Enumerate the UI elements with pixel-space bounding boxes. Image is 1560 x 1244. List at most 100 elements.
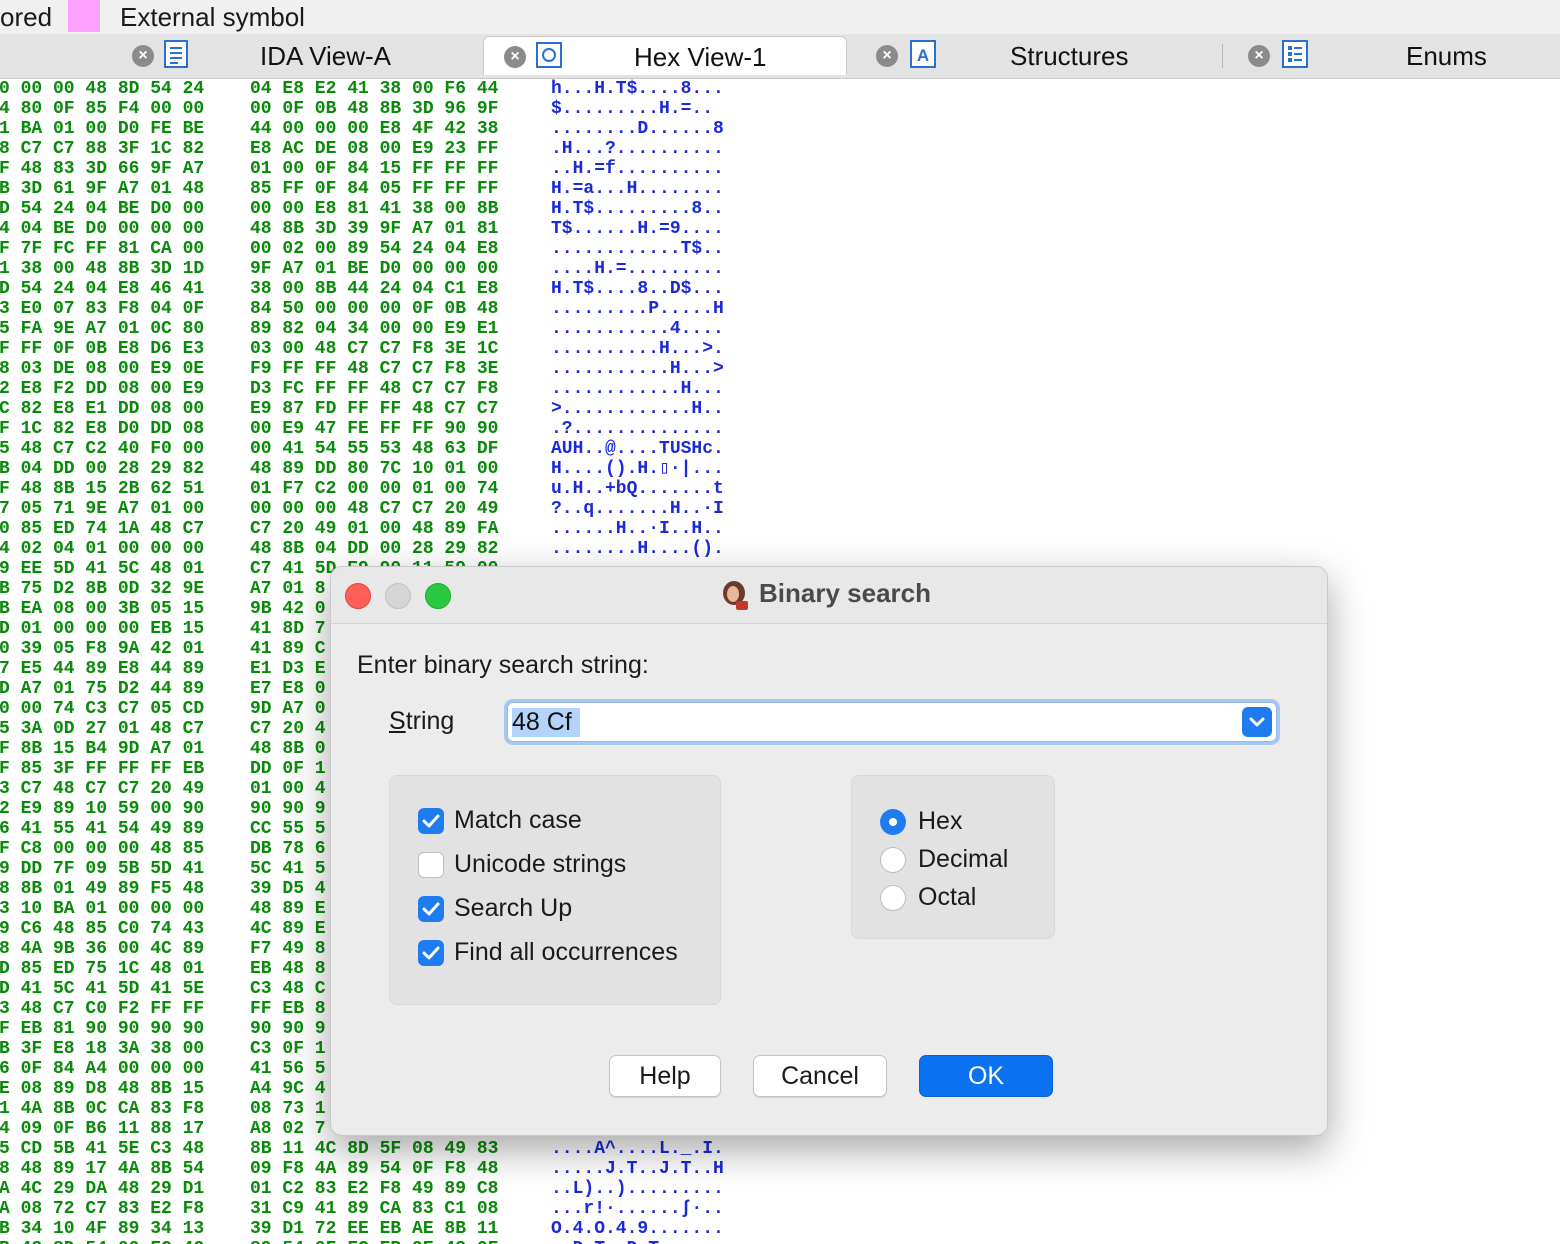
hex-bytes-left: 6 41 55 41 54 49 89 <box>0 819 205 839</box>
hex-ascii: >............H.. <box>551 399 724 419</box>
hex-row[interactable]: F FF 0F 0B E8 D6 E3 03 00 48 C7 C7 F8 3E … <box>0 339 759 359</box>
hex-row[interactable]: 2 E8 F2 DD 08 00 E9 D3 FC FF FF 48 C7 C7 … <box>0 379 759 399</box>
window-close-button[interactable] <box>345 583 371 609</box>
hex-ascii: .H...?.......... <box>551 139 724 159</box>
dialog-title: Binary search <box>759 578 931 608</box>
hex-ascii: T$......H.=9.... <box>551 219 724 239</box>
hex-row[interactable]: B 3D 61 9F A7 01 48 85 FF 0F 84 05 FF FF … <box>0 179 759 199</box>
hex-radio[interactable] <box>880 809 906 835</box>
hex-row[interactable]: 4 02 04 01 00 00 00 48 8B 04 DD 00 28 29 … <box>0 539 759 559</box>
combo-dropdown-button[interactable] <box>1242 707 1272 737</box>
hex-ascii: H.=a...H........ <box>551 179 724 199</box>
tab-structures[interactable]: × A Structures <box>850 36 1220 74</box>
hex-bytes-left: 0 39 05 F8 9A 42 01 <box>0 639 205 659</box>
enums-icon <box>1282 40 1308 68</box>
hex-row[interactable]: B 34 10 4F 89 34 13 39 D1 72 EE EB AE 8B … <box>0 1219 759 1239</box>
help-button[interactable]: Help <box>609 1055 721 1097</box>
hex-row[interactable]: D 54 24 04 BE D0 00 00 00 E8 81 41 38 00 … <box>0 199 759 219</box>
hex-bytes-left: 7 05 71 9E A7 01 00 <box>0 499 205 519</box>
hex-bytes-right: 00 0F 0B 48 8B 3D 96 9F <box>250 99 499 119</box>
checkmark-icon <box>422 902 440 916</box>
hex-bytes-right: C3 48 C <box>250 979 326 999</box>
hex-row[interactable]: 0 85 ED 74 1A 48 C7 C7 20 49 01 00 48 89 … <box>0 519 759 539</box>
hex-row[interactable]: 0 00 00 48 8D 54 24 04 E8 E2 41 38 00 F6 … <box>0 79 759 99</box>
search-string-input[interactable] <box>512 706 1232 738</box>
hex-bytes-right: 00 E9 47 FE FF FF 90 90 <box>250 419 499 439</box>
search-string-combobox[interactable] <box>507 702 1277 742</box>
hex-row[interactable]: 5 CD 5B 41 5E C3 48 8B 11 4C 8D 5F 08 49 … <box>0 1139 759 1159</box>
unicode-strings-label: Unicode strings <box>454 850 627 878</box>
octal-radio[interactable] <box>880 885 906 911</box>
radix-group: Hex Decimal Octal <box>851 775 1055 939</box>
window-minimize-button[interactable] <box>385 583 411 609</box>
decimal-radio[interactable] <box>880 847 906 873</box>
window-zoom-button[interactable] <box>425 583 451 609</box>
hex-row[interactable]: 8 03 DE 08 00 E9 0E F9 FF FF 48 C7 C7 F8 … <box>0 359 759 379</box>
hex-row[interactable]: 4 80 0F 85 F4 00 00 00 0F 0B 48 8B 3D 96 … <box>0 99 759 119</box>
hex-bytes-left: 3 48 C7 C0 F2 FF FF <box>0 999 205 1019</box>
hex-bytes-left: 6 0F 84 A4 00 00 00 <box>0 1059 205 1079</box>
hex-bytes-left: 3 10 BA 01 00 00 00 <box>0 899 205 919</box>
hex-bytes-left: D 54 24 04 E8 46 41 <box>0 279 205 299</box>
hex-ascii: ..H.=f.......... <box>551 159 724 179</box>
hex-bytes-right: A8 02 7 <box>250 1119 326 1139</box>
tab-label: Enums <box>1406 41 1487 71</box>
hex-row[interactable]: 4 04 BE D0 00 00 00 48 8B 3D 39 9F A7 01 … <box>0 219 759 239</box>
unicode-strings-checkbox[interactable] <box>418 852 444 878</box>
hex-row[interactable]: 1 38 00 48 8B 3D 1D 9F A7 01 BE D0 00 00 … <box>0 259 759 279</box>
hex-bytes-left: D 85 ED 75 1C 48 01 <box>0 959 205 979</box>
hex-row[interactable]: 3 E0 07 83 F8 04 0F 84 50 00 00 00 0F 0B … <box>0 299 759 319</box>
hex-row[interactable]: A 08 72 C7 83 E2 F8 31 C9 41 89 CA 83 C1 … <box>0 1199 759 1219</box>
hex-row[interactable]: 5 FA 9E A7 01 0C 80 89 82 04 34 00 00 E9 … <box>0 319 759 339</box>
search-up-checkbox[interactable] <box>418 896 444 922</box>
hex-bytes-right: C3 0F 1 <box>250 1039 326 1059</box>
hex-bytes-right: E7 E8 0 <box>250 679 326 699</box>
hex-bytes-right: D3 FC FF FF 48 C7 C7 F8 <box>250 379 499 399</box>
checkmark-icon <box>422 946 440 960</box>
hex-row[interactable]: 8 C7 C7 88 3F 1C 82 E8 AC DE 08 00 E9 23 … <box>0 139 759 159</box>
svg-text:A: A <box>917 46 929 65</box>
hex-row[interactable]: 8 48 89 17 4A 8B 54 09 F8 4A 89 54 0F F8 … <box>0 1159 759 1179</box>
hex-row[interactable]: B 04 DD 00 28 29 82 48 89 DD 80 7C 10 01 … <box>0 459 759 479</box>
tab-ida-view-a[interactable]: × IDA View-A <box>110 36 480 74</box>
tab-enums[interactable]: × Enums <box>1226 36 1560 74</box>
hex-bytes-right: 00 00 00 48 C7 C7 20 49 <box>250 499 499 519</box>
hex-row[interactable]: D 54 24 04 E8 46 41 38 00 8B 44 24 04 C1 … <box>0 279 759 299</box>
hex-bytes-right: FF EB 8 <box>250 999 326 1019</box>
hex-bytes-left: 8 8B 01 49 89 F5 48 <box>0 879 205 899</box>
hex-bytes-left: 5 FA 9E A7 01 0C 80 <box>0 319 205 339</box>
hex-row[interactable]: 1 BA 01 00 D0 FE BE 44 00 00 00 E8 4F 42 … <box>0 119 759 139</box>
close-tab-icon[interactable]: × <box>876 45 898 67</box>
ok-button[interactable]: OK <box>919 1055 1053 1097</box>
hex-view-icon <box>536 42 562 68</box>
hex-bytes-left: 1 BA 01 00 D0 FE BE <box>0 119 205 139</box>
tab-hex-view-1[interactable]: × Hex View-1 <box>483 36 847 75</box>
hex-row[interactable]: F 7F FC FF 81 CA 00 00 02 00 89 54 24 04 … <box>0 239 759 259</box>
hex-row[interactable]: 7 05 71 9E A7 01 00 00 00 00 48 C7 C7 20 … <box>0 499 759 519</box>
hex-bytes-left: A 08 72 C7 83 E2 F8 <box>0 1199 205 1219</box>
hex-bytes-left: F 85 3F FF FF FF EB <box>0 759 205 779</box>
close-tab-icon[interactable]: × <box>132 45 154 67</box>
hex-bytes-right: DD 0F 1 <box>250 759 326 779</box>
hex-bytes-left: B EA 08 00 3B 05 15 <box>0 599 205 619</box>
hex-row[interactable]: F 1C 82 E8 D0 DD 08 00 E9 47 FE FF FF 90 … <box>0 419 759 439</box>
hex-bytes-right: 09 F8 4A 89 54 0F F8 48 <box>250 1159 499 1179</box>
hex-row[interactable]: 5 48 C7 C2 40 F0 00 00 41 54 55 53 48 63 … <box>0 439 759 459</box>
cancel-button[interactable]: Cancel <box>753 1055 887 1097</box>
search-options-group: Match case Unicode strings Search Up Fin… <box>389 775 721 1005</box>
dialog-titlebar[interactable]: Binary search <box>331 567 1327 624</box>
hex-row[interactable]: F 48 8B 15 2B 62 51 01 F7 C2 00 00 01 00 … <box>0 479 759 499</box>
find-all-occurrences-checkbox[interactable] <box>418 940 444 966</box>
close-tab-icon[interactable]: × <box>1248 45 1270 67</box>
close-tab-icon[interactable]: × <box>504 46 526 68</box>
hex-row[interactable]: A 4C 29 DA 48 29 D1 01 C2 83 E2 F8 49 89 … <box>0 1179 759 1199</box>
match-case-checkbox[interactable] <box>418 808 444 834</box>
hex-row[interactable]: C 82 E8 E1 DD 08 00 E9 87 FD FF FF 48 C7 … <box>0 399 759 419</box>
hex-row[interactable]: F 48 83 3D 66 9F A7 01 00 0F 84 15 FF FF … <box>0 159 759 179</box>
hex-ascii: AUH..@....TUSHc. <box>551 439 724 459</box>
hex-bytes-left: C 82 E8 E1 DD 08 00 <box>0 399 205 419</box>
hex-bytes-right: E1 D3 E <box>250 659 326 679</box>
hex-row[interactable]: B 43 8D 54 00 FC 42 89 54 0F FC EB 9E 43 … <box>0 1239 759 1244</box>
hex-bytes-left: F C8 00 00 00 48 85 <box>0 839 205 859</box>
hex-bytes-right: 8B 11 4C 8D 5F 08 49 83 <box>250 1139 499 1159</box>
